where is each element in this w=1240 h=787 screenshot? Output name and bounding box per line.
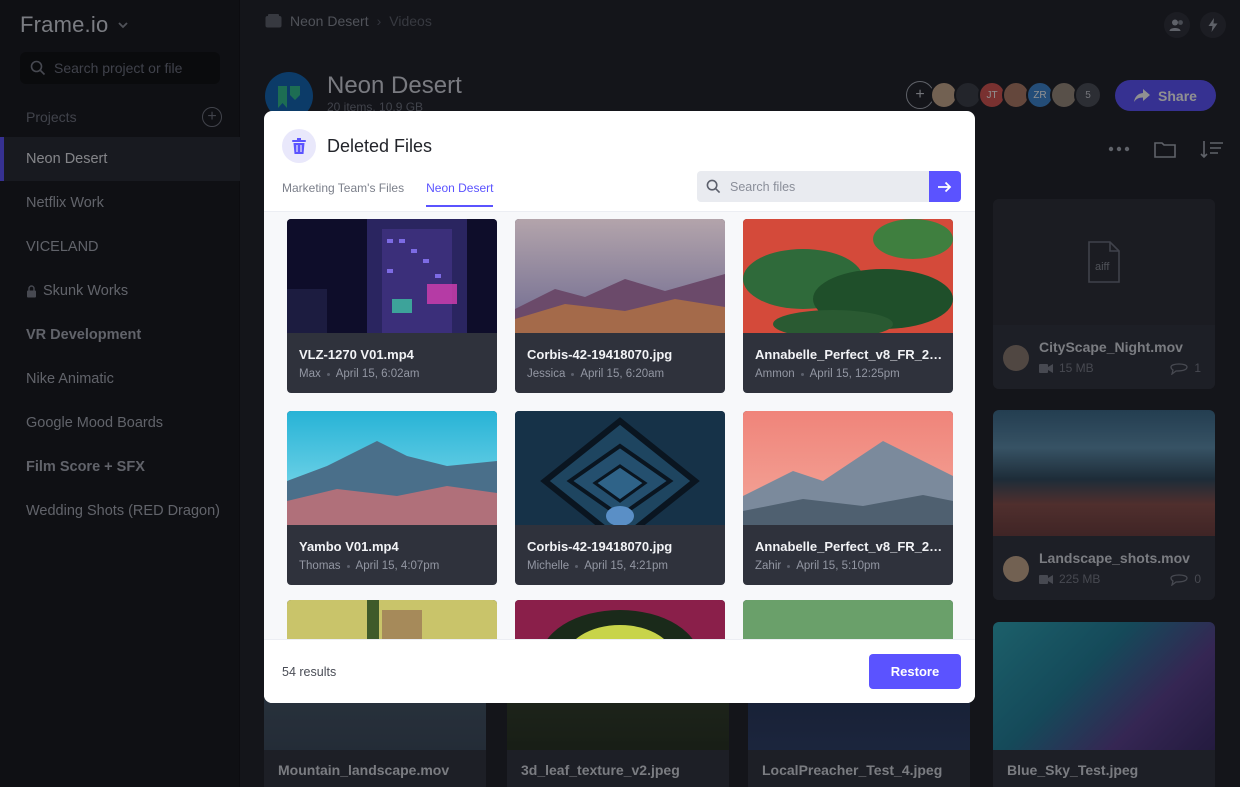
file-meta: Michelle April 15, 4:21pm xyxy=(527,560,668,572)
file-thumbnail xyxy=(287,600,497,639)
search-files-input[interactable] xyxy=(730,179,920,194)
modal-title: Deleted Files xyxy=(327,136,433,156)
file-user: Max xyxy=(299,368,321,380)
deleted-file-card[interactable]: Corbis-42-19418070.jpg Jessica April 15, … xyxy=(515,219,725,393)
file-thumbnail xyxy=(515,600,725,639)
arrow-right-icon xyxy=(938,181,952,192)
deleted-file-card[interactable] xyxy=(743,600,953,639)
search-submit-button[interactable] xyxy=(929,171,961,202)
modal-tabs: Marketing Team's Files Neon Desert xyxy=(282,181,494,207)
file-name: VLZ-1270 V01.mp4 xyxy=(299,347,414,362)
deleted-file-card[interactable]: VLZ-1270 V01.mp4 Max April 15, 6:02am xyxy=(287,219,497,393)
modal-footer: 54 results Restore xyxy=(264,639,975,703)
file-date: April 15, 4:21pm xyxy=(584,560,668,572)
deleted-file-card[interactable]: Yambo V01.mp4 Thomas April 15, 4:07pm xyxy=(287,411,497,585)
file-thumbnail xyxy=(287,219,497,333)
file-user: Michelle xyxy=(527,560,570,572)
file-date: April 15, 5:10pm xyxy=(796,560,880,572)
tab-marketing-team-files[interactable]: Marketing Team's Files xyxy=(282,181,404,207)
deleted-file-card[interactable]: Corbis-42-19418070.jpg Michelle April 15,… xyxy=(515,411,725,585)
file-thumbnail xyxy=(743,219,953,333)
deleted-file-card[interactable] xyxy=(287,600,497,639)
file-search xyxy=(697,171,929,202)
file-date: April 15, 6:02am xyxy=(335,368,420,380)
file-meta: Jessica April 15, 6:20am xyxy=(527,368,664,380)
search-icon xyxy=(706,179,721,194)
deleted-files-modal: Deleted Files Marketing Team's Files Neo… xyxy=(264,111,975,703)
file-thumbnail xyxy=(515,411,725,525)
file-thumbnail xyxy=(287,411,497,525)
file-name: Yambo V01.mp4 xyxy=(299,539,399,554)
file-thumbnail xyxy=(743,600,953,639)
restore-button[interactable]: Restore xyxy=(869,654,961,689)
file-meta: Thomas April 15, 4:07pm xyxy=(299,560,439,572)
file-meta: Zahir April 15, 5:10pm xyxy=(755,560,880,572)
file-user: Thomas xyxy=(299,560,341,572)
file-name: Annabelle_Perfect_v8_FR_2016.mov xyxy=(755,539,945,554)
tab-neon-desert[interactable]: Neon Desert xyxy=(426,181,494,207)
file-thumbnail xyxy=(743,411,953,525)
deleted-file-card[interactable]: Annabelle_Perfect_v8_FR_2016.mov Zahir Ap… xyxy=(743,411,953,585)
file-date: April 15, 4:07pm xyxy=(355,560,440,572)
deleted-file-card[interactable] xyxy=(515,600,725,639)
file-meta: Ammon April 15, 12:25pm xyxy=(755,368,900,380)
deleted-file-card[interactable]: Annabelle_Perfect_v8_FR_2016.mov Ammon Ap… xyxy=(743,219,953,393)
file-meta: Max April 15, 6:02am xyxy=(299,368,419,380)
file-name: Corbis-42-19418070.jpg xyxy=(527,539,673,554)
file-user: Ammon xyxy=(755,368,795,380)
file-date: April 15, 6:20am xyxy=(580,368,665,380)
results-count: 54 results xyxy=(282,665,337,679)
file-name: Corbis-42-19418070.jpg xyxy=(527,347,673,362)
deleted-files-grid: VLZ-1270 V01.mp4 Max April 15, 6:02am Cor… xyxy=(264,212,975,639)
file-name: Annabelle_Perfect_v8_FR_2016.mov xyxy=(755,347,945,362)
file-user: Jessica xyxy=(527,368,566,380)
file-thumbnail xyxy=(515,219,725,333)
file-date: April 15, 12:25pm xyxy=(809,368,900,380)
trash-icon xyxy=(282,129,316,163)
file-user: Zahir xyxy=(755,560,782,572)
